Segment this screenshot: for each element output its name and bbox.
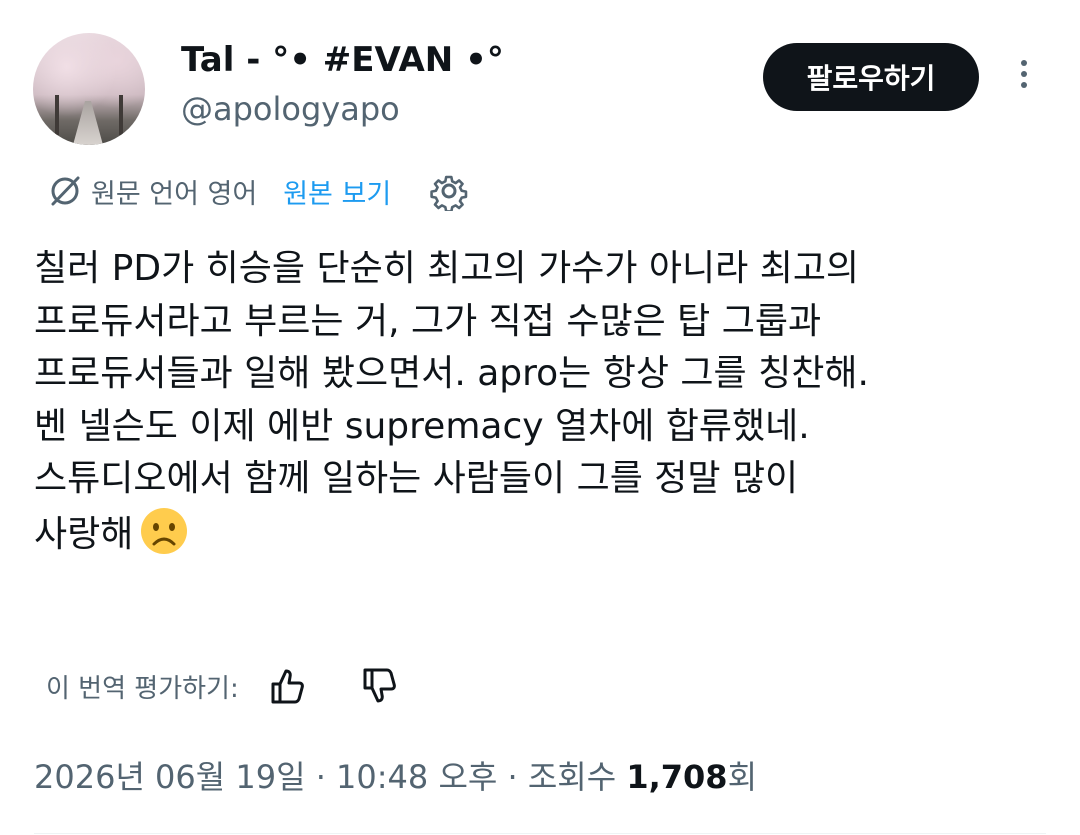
timestamp[interactable]: 2026년 06월 19일 · 10:48 오후 · 조회수	[34, 758, 616, 796]
frowning-face-icon	[141, 507, 188, 554]
author-handle[interactable]: @apologyapo	[181, 90, 400, 128]
author-display-name[interactable]: Tal - °• #EVAN •°	[181, 40, 504, 80]
tweet-line: 프로듀서라고 부르는 거, 그가 직접 수많은 탑 그룹과	[34, 300, 822, 342]
divider	[34, 833, 1046, 834]
tweet-text: 칠러 PD가 히승을 단순히 최고의 가수가 아니라 최고의 프로듀서라고 부르…	[34, 243, 1044, 561]
show-original-link[interactable]: 원본 보기	[283, 172, 391, 211]
more-options-icon[interactable]	[1012, 60, 1036, 96]
tweet-line: 스튜디오에서 함께 일하는 사람들이 그를 정말 많이	[34, 458, 799, 499]
views-count: 1,708	[626, 758, 728, 796]
thumbs-up-icon[interactable]	[265, 664, 309, 708]
tweet-line-last: 사랑해	[34, 506, 1044, 562]
translation-bar: 원문 언어 영어 원본 보기	[47, 171, 469, 211]
rate-translation-bar: 이 번역 평가하기:	[46, 664, 401, 708]
tweet-line: 벤 넬슨도 이제 에반 supremacy 열차에 합류했네.	[34, 405, 810, 447]
source-language-label: 원문 언어 영어	[91, 178, 258, 210]
gear-icon[interactable]	[429, 171, 469, 211]
tweet-line: 프로듀서들과 일해 봤으면서. apro는 항상 그를 칭찬해.	[34, 353, 869, 394]
tweet-meta: 2026년 06월 19일 · 10:48 오후 · 조회수 1,708회	[34, 752, 757, 798]
thumbs-down-icon[interactable]	[357, 664, 401, 708]
avatar[interactable]	[33, 33, 145, 145]
translate-icon	[51, 176, 80, 206]
rate-translation-label: 이 번역 평가하기:	[46, 673, 239, 704]
views-suffix: 회	[727, 758, 758, 796]
tweet-line: 칠러 PD가 히승을 단순히 최고의 가수가 아니라 최고의	[34, 248, 860, 289]
follow-button[interactable]: 팔로우하기	[763, 43, 979, 111]
tweet-line: 사랑해	[34, 513, 134, 555]
